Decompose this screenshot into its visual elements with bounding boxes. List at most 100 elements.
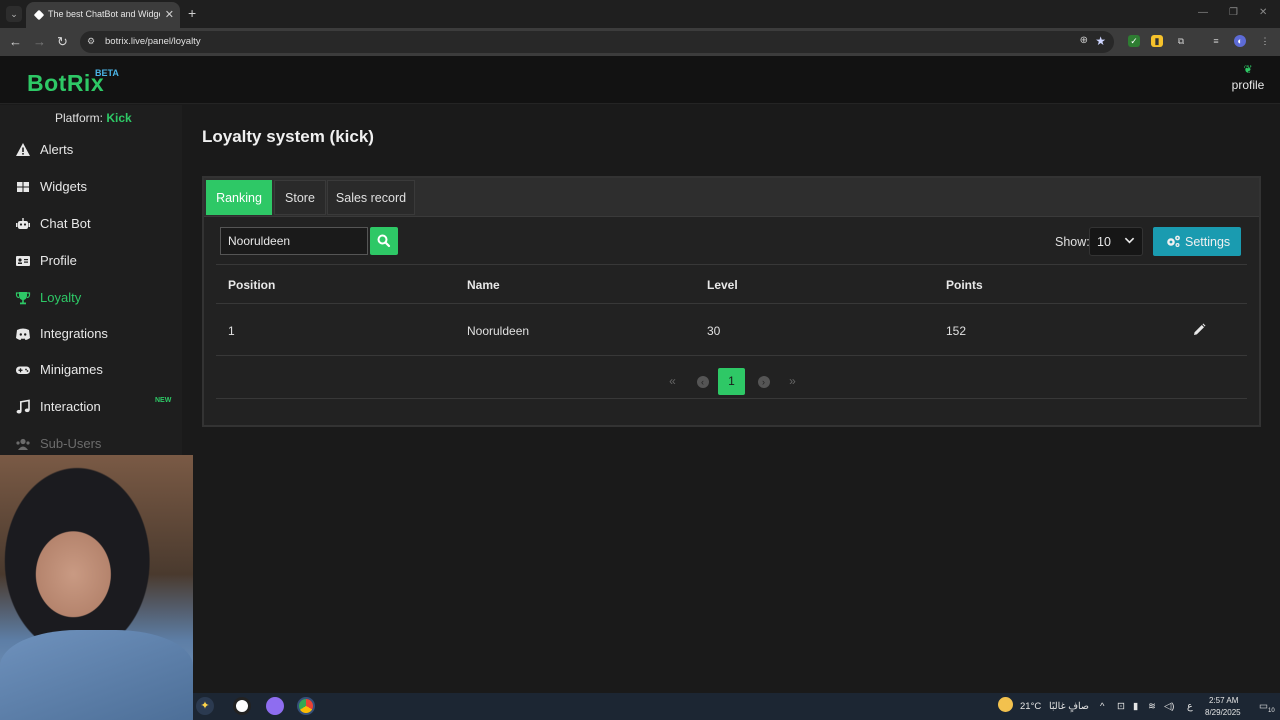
url-text[interactable]: botrix.live/panel/loyalty xyxy=(105,36,201,47)
sidebar-item-minigames[interactable]: Minigames xyxy=(0,355,182,385)
tray-device-icon[interactable]: ⊡ xyxy=(1117,701,1125,712)
settings-button[interactable]: Settings xyxy=(1153,227,1241,256)
bookmark-star-icon[interactable]: ★ xyxy=(1095,34,1106,48)
window-close-icon[interactable]: ✕ xyxy=(1259,7,1267,18)
browser-navbar: ← → ↻ ⚙ botrix.live/panel/loyalty ⊕ ★ xyxy=(0,28,1280,56)
site-info-icon[interactable]: ⚙ xyxy=(87,36,95,47)
column-header-position[interactable]: Position xyxy=(228,278,275,292)
sidebar-item-label: Minigames xyxy=(40,362,103,377)
profile-avatar-icon[interactable]: ◐ xyxy=(1234,35,1246,47)
gears-icon xyxy=(1167,235,1180,247)
language-indicator[interactable]: ع xyxy=(1187,701,1193,712)
page-title: Loyalty system (kick) xyxy=(202,127,374,146)
profile-link[interactable]: ❦ profile xyxy=(1228,64,1268,94)
discord-taskbar-icon[interactable] xyxy=(266,697,284,715)
tab-ranking[interactable]: Ranking xyxy=(206,180,272,215)
sidebar-item-alerts[interactable]: Alerts xyxy=(0,135,182,165)
browser-menu-icon[interactable]: ⋮ xyxy=(1259,35,1271,47)
back-icon[interactable]: ← xyxy=(9,34,22,49)
clock-time[interactable]: 2:57 AM xyxy=(1209,696,1238,705)
warning-icon xyxy=(15,142,31,158)
sidebar-item-label: Profile xyxy=(40,253,77,268)
divider xyxy=(216,264,1247,265)
sidebar-item-label: Chat Bot xyxy=(40,216,91,231)
tab-store[interactable]: Store xyxy=(274,180,326,215)
sidebar-item-profile[interactable]: Profile xyxy=(0,246,182,276)
tab-search-icon[interactable]: ⌄ xyxy=(6,6,22,22)
app-header: BotRix BETA ❦ profile xyxy=(0,56,1280,104)
wifi-icon[interactable]: ≋ xyxy=(1148,701,1156,712)
tab-close-icon[interactable]: ✕ xyxy=(165,8,174,21)
trophy-icon xyxy=(15,290,31,306)
users-icon xyxy=(15,436,31,452)
sidebar-item-interaction[interactable]: Interaction NEW xyxy=(0,392,182,422)
notification-count: 10 xyxy=(1268,708,1275,714)
last-page-icon[interactable]: » xyxy=(779,368,806,395)
platform-label: Platform: xyxy=(55,111,104,125)
robot-icon xyxy=(15,216,31,232)
next-page-icon[interactable]: › xyxy=(750,368,777,395)
sidebar-item-loyalty[interactable]: Loyalty xyxy=(0,283,182,313)
column-header-level[interactable]: Level xyxy=(707,278,738,292)
loyalty-panel: Ranking Store Sales record Show: 10 Sett… xyxy=(202,176,1261,427)
cell-points: 152 xyxy=(946,324,967,338)
botrix-favicon-icon xyxy=(33,9,45,21)
restore-icon[interactable]: ❐ xyxy=(1229,7,1238,18)
prev-page-icon[interactable]: ‹ xyxy=(689,368,716,395)
notification-icon[interactable]: ▭ xyxy=(1259,701,1268,712)
extension-shield-icon[interactable]: ✓ xyxy=(1128,35,1140,47)
reload-icon[interactable]: ↻ xyxy=(57,34,68,50)
grid-icon xyxy=(15,179,31,195)
column-header-name[interactable]: Name xyxy=(467,278,500,292)
discord-icon xyxy=(15,326,31,342)
address-bar[interactable]: ⚙ botrix.live/panel/loyalty ⊕ ★ xyxy=(80,31,1114,53)
search-button[interactable] xyxy=(370,227,398,255)
minimize-icon[interactable]: — xyxy=(1198,7,1208,18)
chrome-taskbar-icon[interactable] xyxy=(297,697,315,715)
search-input[interactable] xyxy=(220,227,368,255)
platform-indicator: Platform: Kick xyxy=(55,111,132,125)
sidebar-item-label: Loyalty xyxy=(40,290,82,305)
zoom-icon[interactable]: ⊕ xyxy=(1080,35,1088,46)
webcam-overlay xyxy=(0,455,193,720)
volume-icon[interactable]: ◁) xyxy=(1164,701,1174,712)
cell-level: 30 xyxy=(707,324,721,338)
sidebar-item-chat-bot[interactable]: Chat Bot xyxy=(0,209,182,239)
page-button-current[interactable]: 1 xyxy=(718,368,745,395)
first-page-icon[interactable]: « xyxy=(659,368,686,395)
weather-temp[interactable]: 21°C xyxy=(1020,701,1041,712)
leaf-icon: ❦ xyxy=(1243,64,1253,76)
sidebar-item-integrations[interactable]: Integrations xyxy=(0,319,182,349)
sidebar-item-label: Widgets xyxy=(40,179,87,194)
sidebar-item-label: Sub-Users xyxy=(40,436,102,451)
platform-value: Kick xyxy=(106,111,132,125)
show-hidden-icons-icon[interactable]: ^ xyxy=(1100,701,1104,712)
browser-tabbar: ⌄ The best ChatBot and Widgets ✕ + — ❐ ✕ xyxy=(0,0,1280,28)
weather-text[interactable]: صافٍ غالبًا xyxy=(1043,701,1089,712)
beta-badge: BETA xyxy=(95,68,119,78)
column-header-points[interactable]: Points xyxy=(946,278,983,292)
tab-title: The best ChatBot and Widgets xyxy=(48,9,160,19)
forward-icon[interactable]: → xyxy=(33,34,46,49)
copilot-sparkle-icon[interactable]: ✦ xyxy=(196,697,214,715)
clock-date[interactable]: 8/29/2025 xyxy=(1205,708,1241,717)
extensions-puzzle-icon[interactable]: ⧉ xyxy=(1175,35,1187,47)
extension-lock-icon[interactable]: ▮ xyxy=(1151,35,1163,47)
tab-sales-record[interactable]: Sales record xyxy=(327,180,415,215)
browser-tab[interactable]: The best ChatBot and Widgets ✕ xyxy=(26,2,180,28)
botrix-logo[interactable]: BotRix xyxy=(27,70,104,97)
media-control-icon[interactable]: ≡ xyxy=(1210,35,1222,47)
divider xyxy=(216,303,1247,304)
weather-moon-icon[interactable] xyxy=(998,697,1013,712)
new-tab-icon[interactable]: + xyxy=(188,5,196,21)
id-card-icon xyxy=(15,253,31,269)
webcam-person xyxy=(0,630,193,720)
edit-pencil-icon[interactable] xyxy=(1192,323,1206,337)
page-size-value: 10 xyxy=(1097,235,1111,249)
divider xyxy=(216,398,1247,399)
app-record-icon[interactable] xyxy=(233,697,251,715)
sidebar-item-widgets[interactable]: Widgets xyxy=(0,172,182,202)
page-size-select[interactable]: 10 xyxy=(1089,227,1143,256)
sidebar-item-label: Interaction xyxy=(40,399,101,414)
microphone-icon[interactable]: ▮ xyxy=(1133,701,1138,712)
